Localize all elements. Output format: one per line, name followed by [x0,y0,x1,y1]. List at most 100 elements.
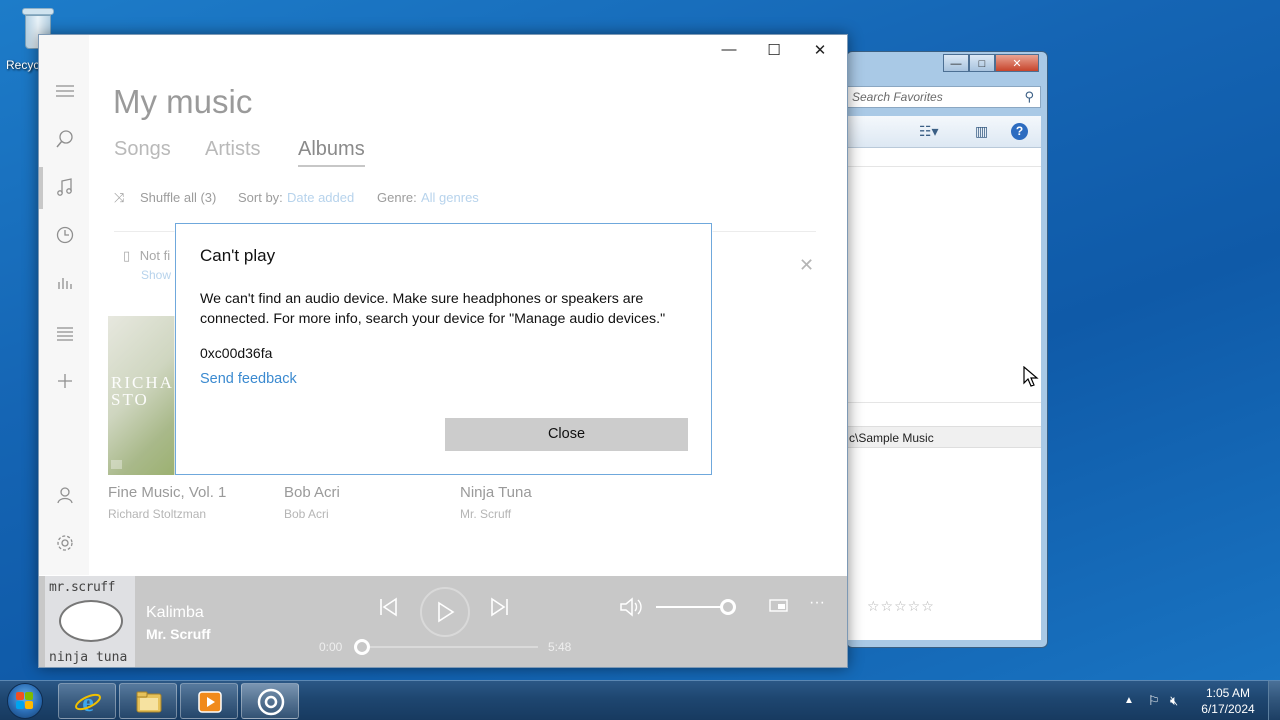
volume-slider-track[interactable] [656,606,728,608]
sort-dropdown[interactable]: Date added [287,190,354,205]
close-button[interactable]: Close [445,418,688,451]
sidebar-active-indicator [39,167,43,209]
media-player-icon [198,691,222,713]
clock-time: 1:05 AM [1205,686,1251,700]
start-button[interactable] [4,683,46,719]
shuffle-icon[interactable]: ⤨ [114,190,124,206]
sort-label: Sort by: [238,190,283,205]
internet-explorer-icon: e [75,688,101,716]
help-icon[interactable]: ? [1011,123,1028,140]
taskbar-internet-explorer[interactable]: e [58,683,116,719]
preview-pane-icon[interactable]: ▥ [975,123,988,140]
tab-albums[interactable]: Albums [298,138,365,167]
album-artist: Bob Acri [284,507,329,521]
error-dialog: Can't play We can't find an audio device… [175,223,712,475]
album-item[interactable]: Bob Acri Bob Acri [284,484,340,521]
album-title: Ninja Tuna [460,484,532,501]
shuffle-all-button[interactable]: Shuffle all (3) [140,190,216,205]
account-icon[interactable] [55,485,75,505]
total-duration: 5:48 [548,640,572,654]
send-feedback-link[interactable]: Send feedback [200,371,297,387]
album-artist: Richard Stoltzman [108,507,207,521]
album-badge [111,460,122,469]
search-input[interactable]: Search Favorites ⚲ [847,86,1041,108]
search-icon[interactable] [55,129,75,149]
minimize-button[interactable]: — [714,41,744,58]
player-bar: mr.scruff ninja tuna Kalimba Mr. Scruff … [39,576,847,667]
taskbar-groove-music[interactable] [241,683,299,719]
dialog-message: We can't find an audio device. Make sure… [200,291,666,327]
file-explorer-icon [136,691,162,713]
view-options-icon[interactable]: ☷▾ [919,123,939,140]
groove-music-icon [257,688,285,716]
close-window-button[interactable]: ✕ [805,41,835,59]
page-title: My music [113,83,253,120]
elapsed-time: 0:00 [319,640,343,654]
settings-gear-icon[interactable] [55,533,75,553]
explorer-content: c\Sample Music ☆☆☆☆☆ [847,148,1041,640]
explorer-window-controls: — □ ✕ [943,54,1039,72]
taskbar-file-explorer[interactable] [119,683,177,719]
search-icon[interactable]: ⚲ [1024,89,1034,105]
recent-clock-icon[interactable] [55,225,75,245]
system-clock[interactable]: 1:05 AM 6/17/2024 [1196,685,1260,717]
add-plus-icon[interactable] [55,371,75,391]
sidebar [39,35,89,575]
file-path: c\Sample Music [847,426,1041,448]
hamburger-menu-icon[interactable] [55,81,75,101]
tab-artists[interactable]: Artists [205,138,261,161]
album-item[interactable]: Ninja Tuna Mr. Scruff [460,484,532,521]
mini-view-icon[interactable] [769,598,789,619]
seek-bar[interactable] [362,646,538,648]
next-track-icon[interactable] [489,596,511,623]
album-title: Fine Music, Vol. 1 [108,484,227,501]
album-cover-text: RICHA STO [111,373,173,409]
genre-dropdown[interactable]: All genres [421,190,479,205]
now-playing-album-art[interactable]: mr.scruff ninja tuna [45,576,135,667]
music-note-icon[interactable] [55,177,75,197]
minimize-button[interactable]: — [943,54,969,72]
rating-stars[interactable]: ☆☆☆☆☆ [867,598,935,615]
album-art-bottom-text: ninja tuna [49,650,128,665]
taskbar: e ▲ ⚐ 🔇︎ 1:05 AM 6/17/2024 [0,680,1280,720]
search-placeholder: Search Favorites [852,90,943,104]
more-options-icon[interactable]: ··· [809,594,825,612]
show-desktop-button[interactable] [1268,681,1280,720]
notification-link[interactable]: Show [141,268,171,282]
notification-banner: ▯ Not fi Show [123,248,171,282]
explorer-toolbar: ☷▾ ▥ ? [847,116,1041,148]
volume-muted-icon[interactable]: 🔇︎ [1170,693,1178,709]
dialog-title: Can't play [200,246,276,265]
error-code: 0xc00d36fa [200,345,273,361]
action-center-flag-icon[interactable]: ⚐ [1148,693,1160,709]
track-title[interactable]: Kalimba [146,604,204,622]
previous-track-icon[interactable] [377,596,399,623]
tab-songs[interactable]: Songs [114,138,171,161]
notification-text: Not fi [139,248,171,263]
playlist-icon[interactable] [55,323,75,343]
mouse-cursor-icon [1023,366,1039,387]
notification-icon: ▯ [123,248,131,263]
maximize-button[interactable]: ☐ [759,41,789,59]
maximize-button[interactable]: □ [969,54,995,72]
now-playing-bars-icon[interactable] [55,273,75,293]
taskbar-media-player[interactable] [180,683,238,719]
seek-handle[interactable] [354,639,370,655]
album-title: Bob Acri [284,484,340,501]
notification-close-icon[interactable]: ✕ [799,255,814,276]
volume-slider-handle[interactable] [720,599,736,615]
album-art-top-text: mr.scruff [49,580,115,595]
explorer-window[interactable]: — □ ✕ Search Favorites ⚲ ☷▾ ▥ ? c\Sample… [846,51,1048,648]
show-hidden-icons-chevron-icon[interactable]: ▲ [1124,695,1134,706]
album-artist: Mr. Scruff [460,507,512,521]
clock-date: 6/17/2024 [1201,702,1255,716]
album-cover-fine-music[interactable]: RICHA STO [108,316,178,475]
genre-label: Genre: [377,190,417,205]
close-button[interactable]: ✕ [995,54,1039,72]
windows-logo-icon [16,692,34,710]
track-artist[interactable]: Mr. Scruff [146,626,211,642]
play-button[interactable] [420,587,470,637]
volume-icon[interactable] [619,596,643,623]
album-item[interactable]: Fine Music, Vol. 1 Richard Stoltzman [108,484,226,521]
svg-text:e: e [82,688,94,716]
